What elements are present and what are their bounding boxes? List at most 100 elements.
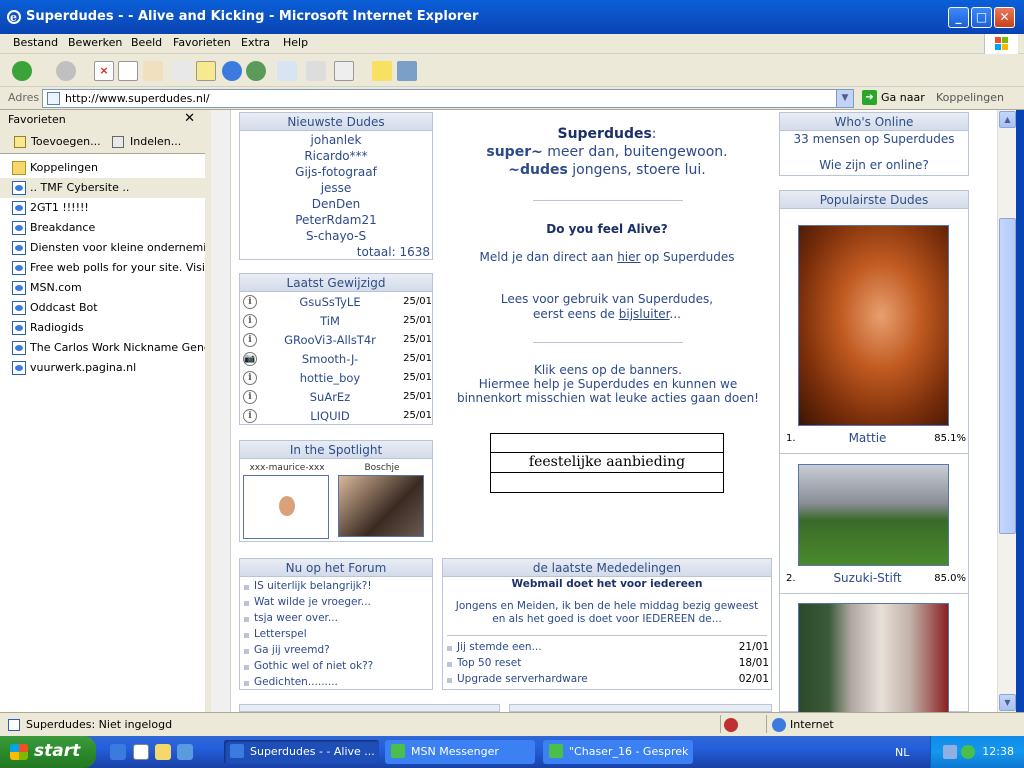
popular-photo-3[interactable] [798, 603, 949, 712]
quick-folder-icon[interactable] [155, 744, 171, 760]
edited-name[interactable]: TiM [260, 314, 400, 328]
edited-row[interactable]: i SuArEz 25/01 [240, 388, 434, 407]
edited-name[interactable]: GRooVi3-AllsT4r [260, 333, 400, 347]
history-icon[interactable] [246, 61, 266, 81]
menu-favorieten[interactable]: Favorieten [173, 36, 231, 49]
quick-wordpad-icon[interactable] [133, 744, 149, 760]
mail-icon[interactable] [277, 61, 297, 81]
news-item[interactable]: Upgrade serverhardware 02/01 [443, 672, 771, 688]
quick-desktop-icon[interactable] [177, 744, 193, 760]
add-favorite-button[interactable]: Toevoegen... [31, 135, 101, 148]
favorite-item[interactable]: Radiogids [0, 318, 205, 338]
favorite-item[interactable]: Diensten voor kleine ondernemin... [0, 238, 205, 258]
edited-row[interactable]: i LIQUID 25/01 [240, 407, 434, 426]
news-item[interactable]: Jij stemde een... 21/01 [443, 640, 771, 656]
favorites-star-icon[interactable] [196, 61, 216, 81]
favorite-item[interactable]: Koppelingen [0, 158, 205, 178]
edited-row[interactable]: i hottie_boy 25/01 [240, 369, 434, 388]
edited-name[interactable]: hottie_boy [260, 371, 400, 385]
spotlight-photo-2[interactable] [338, 475, 424, 537]
spotlight-name-2[interactable]: Boschje [338, 463, 426, 473]
maximize-button[interactable]: □ [971, 7, 992, 28]
task-chat[interactable]: "Chaser_16 - Gesprek [543, 740, 693, 764]
address-dropdown-icon[interactable]: ▼ [836, 90, 853, 107]
favorite-item[interactable]: The Carlos Work Nickname Gener... [0, 338, 205, 358]
address-url[interactable]: http://www.superdudes.nl/ [65, 92, 210, 105]
task-superdudes[interactable]: Superdudes - - Alive ... [224, 740, 379, 764]
newest-dude[interactable]: PeterRdam21 [240, 212, 432, 228]
favorite-item[interactable]: Free web polls for your site. Visit... [0, 258, 205, 278]
stop-icon[interactable]: × [94, 61, 114, 81]
spotlight-name-1[interactable]: xxx-maurice-xxx [243, 463, 331, 473]
forum-topic[interactable]: Gedichten......... [240, 675, 432, 691]
scroll-up-icon[interactable]: ▲ [999, 111, 1016, 128]
leaflet-link[interactable]: bijsluiter [619, 307, 670, 321]
popular-photo-2[interactable] [798, 464, 949, 566]
edited-row[interactable]: 📷 Smooth-J- 25/01 [240, 350, 434, 369]
print-icon[interactable] [306, 61, 326, 81]
tray-network-icon[interactable] [943, 745, 957, 759]
refresh-icon[interactable] [118, 61, 138, 81]
forum-topic[interactable]: Gothic wel of niet ok?? [240, 659, 432, 675]
offer-table[interactable]: feestelijke aanbieding [490, 433, 724, 493]
menu-extra[interactable]: Extra [241, 36, 270, 49]
task-msn[interactable]: MSN Messenger [385, 740, 535, 764]
close-button[interactable]: ✕ [994, 7, 1015, 28]
newest-dude[interactable]: jesse [240, 180, 432, 196]
quick-ie-icon[interactable] [110, 744, 126, 760]
home-icon[interactable] [143, 61, 163, 81]
forum-topic[interactable]: Ga jij vreemd? [240, 643, 432, 659]
favorite-item[interactable]: Breakdance [0, 218, 205, 238]
forward-icon[interactable] [56, 61, 76, 81]
edited-name[interactable]: SuArEz [260, 390, 400, 404]
news-item[interactable]: Top 50 reset 18/01 [443, 656, 771, 672]
forum-topic[interactable]: tsja weer over... [240, 611, 432, 627]
edited-row[interactable]: i GsuSsTyLE 25/01 [240, 293, 434, 312]
newest-dude[interactable]: DenDen [240, 196, 432, 212]
edited-name[interactable]: LIQUID [260, 409, 400, 423]
menu-beeld[interactable]: Beeld [131, 36, 162, 49]
vertical-scrollbar[interactable]: ▲ ▼ [997, 110, 1016, 712]
news-headline[interactable]: Webmail doet het voor iedereen [443, 577, 771, 591]
popular-name-2[interactable]: Suzuki-Stift [810, 571, 925, 585]
address-input[interactable]: http://www.superdudes.nl/ ▼ [42, 89, 854, 108]
menu-bewerken[interactable]: Bewerken [68, 36, 122, 49]
edited-name[interactable]: Smooth-J- [260, 352, 400, 366]
offer-label[interactable]: feestelijke aanbieding [491, 453, 723, 473]
edited-row[interactable]: i GRooVi3-AllsT4r 25/01 [240, 331, 434, 350]
popular-name-1[interactable]: Mattie [810, 431, 925, 445]
search-icon[interactable] [172, 61, 192, 81]
go-button[interactable]: ➔ Ga naar [862, 90, 925, 107]
newest-dude[interactable]: Ricardo*** [240, 148, 432, 164]
back-icon[interactable] [12, 61, 32, 81]
language-indicator[interactable]: NL [895, 746, 909, 759]
favorite-item[interactable]: MSN.com [0, 278, 205, 298]
links-button[interactable]: Koppelingen [936, 91, 1004, 104]
discuss-icon[interactable] [372, 61, 392, 81]
newest-dude[interactable]: johanlek [240, 132, 432, 148]
favorite-item[interactable]: 2GT1 !!!!!! [0, 198, 205, 218]
favorites-close-icon[interactable]: ✕ [184, 111, 195, 126]
edited-row[interactable]: i TiM 25/01 [240, 312, 434, 331]
tray-msn-icon[interactable] [961, 745, 975, 759]
favorite-item[interactable]: Oddcast Bot [0, 298, 205, 318]
favorite-item[interactable]: .. TMF Cybersite .. [0, 178, 205, 198]
online-link[interactable]: Wie zijn er online? [780, 147, 968, 172]
popular-photo-1[interactable] [798, 225, 949, 426]
minimize-button[interactable]: _ [948, 7, 969, 28]
messenger-icon[interactable] [397, 61, 417, 81]
newest-dude[interactable]: S-chayo-S [240, 228, 432, 244]
menu-help[interactable]: Help [283, 36, 308, 49]
spotlight-photo-1[interactable] [243, 475, 329, 539]
forum-topic[interactable]: IS uiterlijk belangrijk?! [240, 579, 432, 595]
scroll-down-icon[interactable]: ▼ [999, 694, 1016, 711]
signup-link[interactable]: hier [617, 250, 640, 264]
forum-topic[interactable]: Letterspel [240, 627, 432, 643]
scroll-thumb[interactable] [999, 218, 1016, 534]
organize-favorites-button[interactable]: Indelen... [130, 135, 181, 148]
menu-bestand[interactable]: Bestand [13, 36, 58, 49]
media-icon[interactable] [222, 61, 242, 81]
favorite-item[interactable]: vuurwerk.pagina.nl [0, 358, 205, 378]
edited-name[interactable]: GsuSsTyLE [260, 295, 400, 309]
forum-topic[interactable]: Wat wilde je vroeger... [240, 595, 432, 611]
